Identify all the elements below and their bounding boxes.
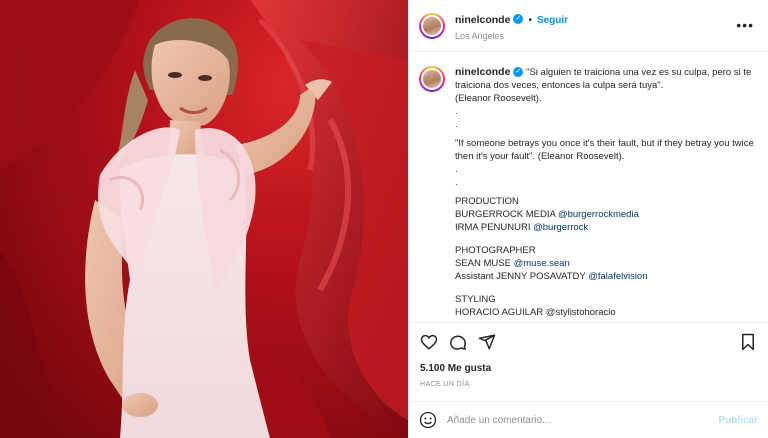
share-icon[interactable]: [478, 333, 496, 351]
location-link[interactable]: Los Angeles: [455, 31, 568, 41]
caption-line: .: [455, 164, 458, 175]
action-bar: [409, 322, 768, 361]
avatar[interactable]: [419, 12, 445, 39]
more-horizontal-icon[interactable]: •••: [736, 17, 754, 33]
mention-link[interactable]: @burgerrock: [533, 222, 588, 233]
credit-text: SEAN MUSE: [455, 258, 514, 269]
publish-button[interactable]: Publicar: [719, 415, 758, 426]
follow-button[interactable]: Seguir: [537, 15, 568, 26]
mention-link[interactable]: @falafelvision: [588, 271, 647, 282]
caption-line: (Eleanor Roosevelt).: [455, 93, 542, 104]
caption-area: ninelconde ✓ "Si alguien te traiciona una…: [409, 52, 768, 320]
credit-text: BURGERROCK MEDIA: [455, 209, 558, 220]
caption-avatar[interactable]: [419, 66, 445, 92]
caption-line: .: [455, 177, 458, 188]
caption-line: .: [455, 119, 458, 130]
credit-text: Assistant JENNY POSAVATDY: [455, 271, 589, 282]
caption-heading-production: PRODUCTION: [455, 196, 519, 207]
comment-box: Publicar: [409, 401, 768, 438]
post-image[interactable]: [0, 0, 408, 438]
emoji-icon[interactable]: [419, 411, 437, 429]
username[interactable]: ninelconde: [455, 14, 510, 26]
caption-line: .: [455, 106, 458, 117]
post-photo-illustration: [0, 0, 408, 438]
mention-link[interactable]: @burgerrockmedia: [558, 209, 639, 220]
verified-badge-icon: ✓: [513, 13, 524, 24]
post-header: ninelconde ✓ • Seguir Los Angeles •••: [409, 0, 768, 52]
caption-heading-styling: STYLING: [455, 294, 496, 305]
caption-heading-photographer: PHOTOGRAPHER: [455, 245, 536, 256]
verified-badge-icon: ✓: [513, 67, 524, 78]
heart-icon[interactable]: [420, 333, 438, 351]
caption-username[interactable]: ninelconde: [455, 66, 510, 78]
caption-line-quote-en: "If someone betrays you once it's their …: [455, 138, 757, 162]
post-timestamp: HACE UN DÍA: [420, 381, 470, 388]
caption-text: ninelconde ✓ "Si alguien te traiciona una…: [455, 66, 754, 319]
header-info: ninelconde ✓ • Seguir Los Angeles: [455, 10, 568, 41]
comment-input[interactable]: [445, 413, 719, 427]
post-side-panel: ninelconde ✓ • Seguir Los Angeles ••• ninel…: [408, 0, 768, 438]
credit-text: IRMA PENUNURI: [455, 222, 534, 233]
caption-line-cut: HORACIO AGUILAR @stylistohoracio: [455, 307, 616, 318]
comment-icon[interactable]: [449, 333, 467, 351]
mention-link[interactable]: @muse.sean: [514, 258, 570, 269]
bookmark-icon[interactable]: [740, 333, 756, 351]
likes-count[interactable]: 5.100 Me gusta: [420, 363, 491, 374]
separator-dot: •: [528, 15, 532, 26]
